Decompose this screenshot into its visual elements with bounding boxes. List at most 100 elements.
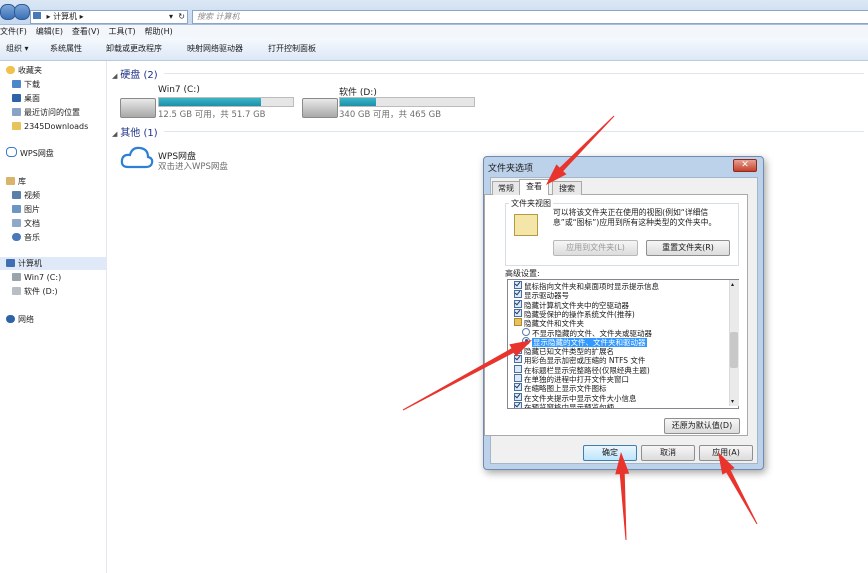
- refresh-icon[interactable]: ↻: [178, 11, 185, 23]
- breadcrumb-sep-icon: ▸: [46, 12, 51, 21]
- advanced-list-scrollbar[interactable]: ▴ ▾: [729, 280, 739, 406]
- nav-computer-label: 计算机: [18, 259, 42, 268]
- uninstall-program-button[interactable]: 卸载或更改程序: [106, 43, 162, 54]
- advanced-option-10[interactable]: 在单独的进程中打开文件夹窗口: [514, 374, 629, 384]
- advanced-option-3[interactable]: 隐藏受保护的操作系统文件(推荐): [514, 308, 635, 319]
- checkbox[interactable]: [514, 290, 522, 299]
- ok-button[interactable]: 确定: [583, 445, 637, 461]
- folder-icon[interactable]: [514, 318, 522, 327]
- tab-general[interactable]: 常规: [492, 181, 520, 195]
- drive-d-usage-bar: [339, 97, 475, 107]
- wps-cloud-icon[interactable]: [120, 145, 154, 171]
- cancel-button[interactable]: 取消: [641, 445, 695, 461]
- advanced-option-7[interactable]: 隐藏已知文件类型的扩展名: [514, 346, 614, 356]
- hard-disks-label: 硬盘 (2): [120, 70, 158, 81]
- advanced-option-1[interactable]: 显示驱动器号: [514, 290, 569, 300]
- restore-defaults-button[interactable]: 还原为默认值(D): [664, 418, 740, 434]
- network-icon: [6, 315, 15, 323]
- menu-tools[interactable]: 工具(T): [108, 27, 135, 36]
- folder-icon: [12, 122, 21, 130]
- nav-drive-c[interactable]: Win7 (C:): [12, 271, 61, 284]
- nav-network[interactable]: 网络: [6, 313, 34, 326]
- nav-network-label: 网络: [18, 315, 34, 324]
- menu-file[interactable]: 文件(F): [0, 27, 27, 36]
- checkbox[interactable]: [514, 383, 522, 392]
- nav-library[interactable]: 库: [6, 175, 26, 188]
- advanced-settings-label: 高级设置:: [505, 269, 540, 278]
- menu-view[interactable]: 查看(V): [72, 27, 100, 36]
- nav-recent[interactable]: 最近访问的位置: [12, 106, 80, 119]
- nav-drive-c-label: Win7 (C:): [24, 273, 62, 282]
- reset-folders-button[interactable]: 重置文件夹(R): [646, 240, 730, 256]
- search-input[interactable]: 搜索 计算机: [192, 10, 868, 24]
- desktop-icon: [12, 94, 21, 102]
- navigation-pane: 收藏夹 下载 桌面 最近访问的位置 2345Downloads WPS网盘 库 …: [0, 61, 107, 573]
- nav-desktop[interactable]: 桌面: [12, 92, 40, 105]
- checkbox[interactable]: [514, 281, 522, 289]
- system-properties-button[interactable]: 系统属性: [50, 43, 82, 54]
- breadcrumb-sep-icon: ▸: [79, 12, 84, 21]
- other-group-header[interactable]: ◢ 其他 (1): [112, 124, 158, 139]
- command-bar: 组织 ▾ 系统属性 卸载或更改程序 映射网络驱动器 打开控制面板: [0, 38, 868, 61]
- nav-videos-label: 视频: [24, 191, 40, 200]
- radio-button[interactable]: [522, 327, 530, 336]
- address-bar[interactable]: ▸ 计算机 ▸ ▾ ↻: [30, 10, 188, 24]
- tab-view[interactable]: 查看: [519, 179, 549, 195]
- advanced-option-9[interactable]: 在标题栏显示完整路径(仅限经典主题): [514, 364, 650, 375]
- nav-desktop-label: 桌面: [24, 94, 40, 103]
- checkbox[interactable]: [514, 374, 522, 382]
- nav-downloads[interactable]: 下载: [12, 78, 40, 91]
- checkbox[interactable]: [514, 299, 522, 308]
- advanced-option-5[interactable]: 不显示隐藏的文件、文件夹或驱动器: [522, 327, 652, 338]
- apply-button[interactable]: 应用(A): [699, 445, 753, 461]
- checkbox[interactable]: [514, 355, 522, 364]
- checkbox[interactable]: [514, 308, 522, 317]
- folder-views-label: 文件夹视图: [509, 198, 553, 209]
- apply-to-folders-button[interactable]: 应用到文件夹(L): [553, 240, 638, 256]
- nav-computer[interactable]: 计算机: [6, 257, 42, 270]
- nav-videos[interactable]: 视频: [12, 189, 40, 202]
- nav-music[interactable]: 音乐: [12, 231, 40, 244]
- advanced-option-11[interactable]: 在缩略图上显示文件图标: [514, 383, 607, 393]
- menu-edit[interactable]: 编辑(E): [36, 27, 63, 36]
- scroll-thumb[interactable]: [730, 332, 738, 368]
- nav-wps[interactable]: WPS网盘: [6, 147, 54, 160]
- open-control-panel-button[interactable]: 打开控制面板: [268, 43, 316, 54]
- checkbox[interactable]: [514, 401, 522, 408]
- hard-disks-group-header[interactable]: ◢ 硬盘 (2): [112, 66, 158, 81]
- nav-drive-d[interactable]: 软件 (D:): [12, 285, 58, 298]
- scroll-up-icon[interactable]: ▴: [731, 281, 734, 288]
- advanced-option-8[interactable]: 用彩色显示加密或压缩的 NTFS 文件: [514, 355, 645, 365]
- collapse-icon: ◢: [112, 130, 118, 138]
- nav-pictures[interactable]: 图片: [12, 203, 40, 216]
- video-icon: [12, 191, 21, 199]
- nav-library-label: 库: [18, 177, 26, 186]
- checkbox[interactable]: [514, 346, 522, 355]
- scroll-down-icon[interactable]: ▾: [731, 398, 734, 405]
- menu-help[interactable]: 帮助(H): [145, 27, 173, 36]
- nav-documents-label: 文档: [24, 219, 40, 228]
- nav-2345downloads[interactable]: 2345Downloads: [12, 120, 88, 133]
- close-icon[interactable]: ✕: [733, 159, 757, 172]
- advanced-option-6[interactable]: 显示隐藏的文件、文件夹和驱动器: [522, 336, 647, 347]
- advanced-option-13[interactable]: 在预览窗格中显示预览句柄: [514, 401, 614, 408]
- advanced-settings-list[interactable]: 鼠标指向文件夹和桌面项时显示提示信息 显示驱动器号 隐藏计算机文件夹中的空驱动器 隐藏…: [507, 279, 739, 409]
- advanced-option-0[interactable]: 鼠标指向文件夹和桌面项时显示提示信息: [514, 281, 659, 291]
- breadcrumb-computer[interactable]: 计算机: [53, 12, 77, 21]
- recent-places-icon: [12, 108, 21, 116]
- radio-button[interactable]: [522, 336, 530, 345]
- checkbox[interactable]: [514, 364, 522, 373]
- organize-button[interactable]: 组织 ▾: [6, 43, 29, 54]
- map-network-drive-button[interactable]: 映射网络驱动器: [187, 43, 243, 54]
- nav-2345downloads-label: 2345Downloads: [24, 122, 89, 131]
- nav-favorites[interactable]: 收藏夹: [6, 64, 42, 77]
- advanced-option-2[interactable]: 隐藏计算机文件夹中的空驱动器: [514, 299, 629, 310]
- advanced-option-12[interactable]: 在文件夹提示中显示文件大小信息: [514, 392, 637, 403]
- address-dropdown-icon[interactable]: ▾: [169, 11, 173, 23]
- forward-button[interactable]: [14, 4, 30, 20]
- checkbox[interactable]: [514, 392, 522, 401]
- drive-c-name[interactable]: Win7 (C:): [158, 85, 200, 95]
- tab-search[interactable]: 搜索: [552, 181, 582, 195]
- advanced-option-4[interactable]: 隐藏文件和文件夹: [514, 318, 584, 328]
- nav-documents[interactable]: 文档: [12, 217, 40, 230]
